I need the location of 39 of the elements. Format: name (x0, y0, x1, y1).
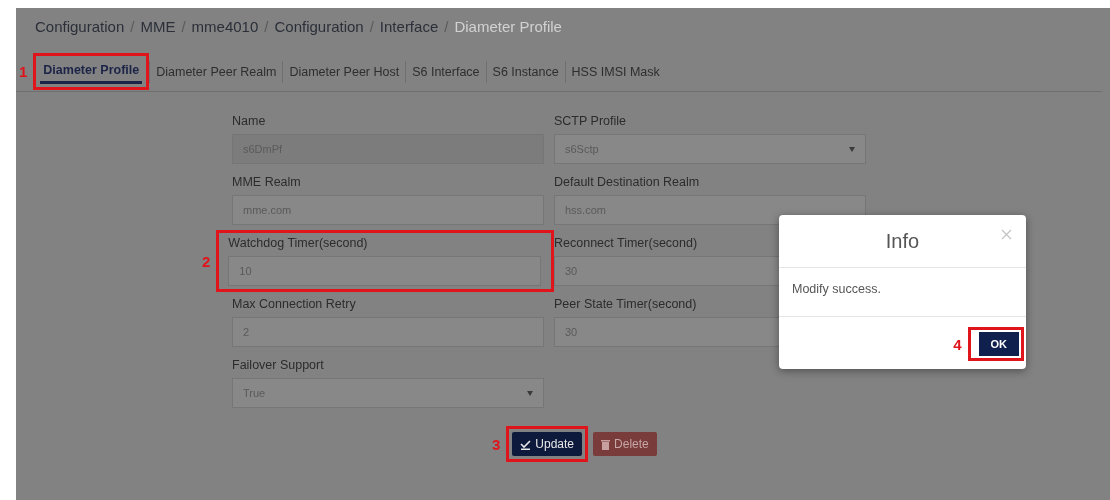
breadcrumb-separator: / (181, 18, 186, 37)
update-button[interactable]: Update (512, 432, 583, 456)
breadcrumb-link[interactable]: Configuration (35, 18, 125, 38)
tab[interactable]: S6 Interface (405, 60, 486, 83)
step-number: 2 (202, 252, 211, 270)
dialog-message: Modify success. (779, 268, 1026, 317)
field-label: Name (232, 114, 267, 130)
tab[interactable]: S6 Instance (485, 60, 565, 83)
field-label: Default Destination Realm (554, 175, 701, 191)
breadcrumb-separator: / (264, 18, 269, 37)
caret-icon (849, 146, 855, 152)
caret-icon (527, 390, 533, 396)
tab[interactable]: Diameter Peer Host (282, 60, 406, 83)
breadcrumb-current: Diameter Profile (454, 18, 562, 37)
field-label: SCTP Profile (554, 114, 627, 130)
ok-button[interactable]: OK (978, 332, 1019, 356)
breadcrumb-link[interactable]: MME (140, 18, 176, 38)
breadcrumb-separator: / (444, 18, 449, 37)
breadcrumb-separator: / (369, 18, 374, 37)
step-number: 1 (19, 63, 28, 80)
step-number: 3 (492, 435, 501, 453)
field-label: MME Realm (232, 175, 302, 191)
breadcrumb-separator: / (130, 18, 135, 37)
tab[interactable]: Diameter Peer Realm (149, 60, 283, 83)
trash-icon (601, 438, 611, 450)
field-label: Failover Support (232, 358, 325, 374)
field-label: Watchdog Timer(second) (228, 236, 369, 252)
breadcrumb-link[interactable]: Configuration (274, 18, 364, 38)
tab[interactable]: Diameter Profile (40, 59, 143, 84)
step-number: 4 (953, 335, 962, 353)
field-label: Peer State Timer(second) (554, 297, 698, 313)
field-label: Max Connection Retry (232, 297, 357, 313)
close-icon[interactable] (1001, 229, 1012, 240)
breadcrumb-link[interactable]: Interface (379, 18, 439, 38)
delete-button[interactable]: Delete (593, 432, 657, 456)
dialog-title: Info (885, 229, 920, 253)
field-label: Reconnect Timer(second) (554, 236, 699, 252)
breadcrumb-link[interactable]: mme4010 (191, 18, 259, 38)
tab[interactable]: HSS IMSI Mask (564, 60, 666, 83)
